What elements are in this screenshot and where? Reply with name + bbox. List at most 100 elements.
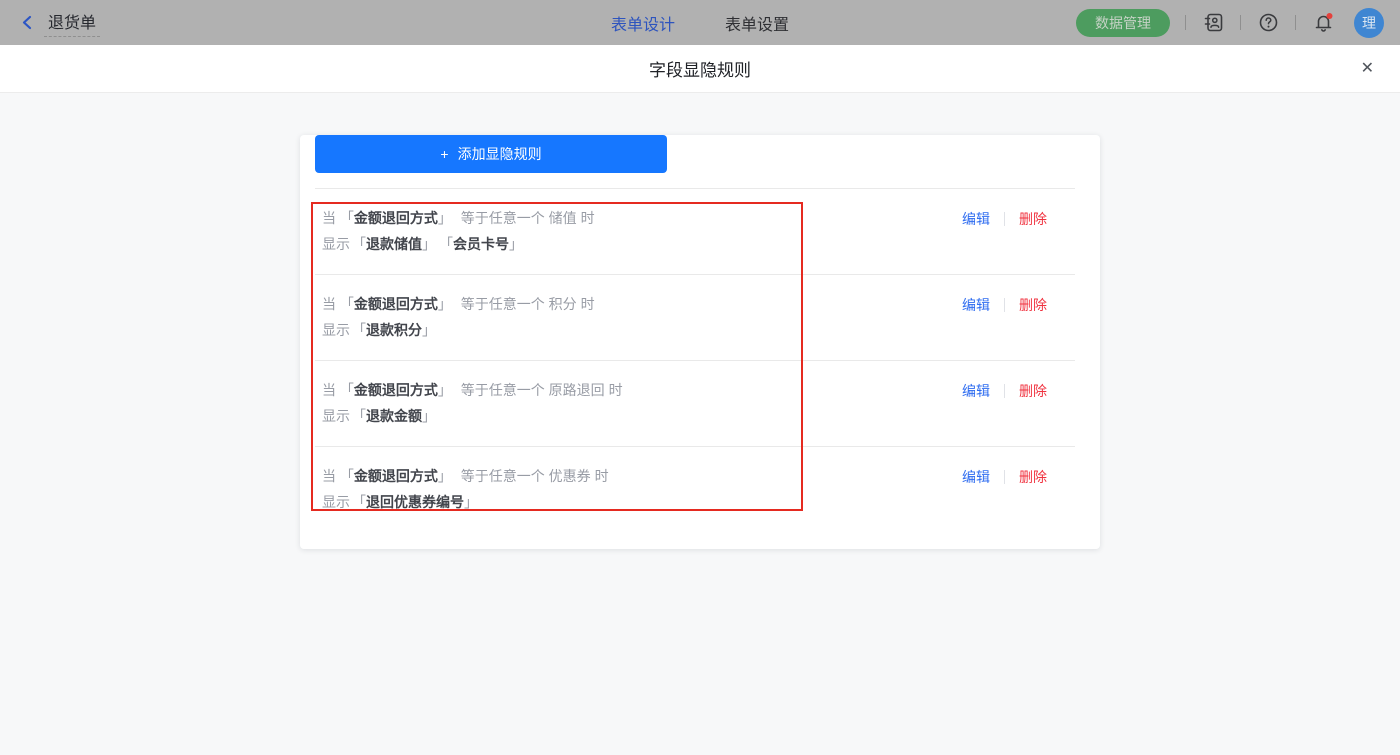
rule-text: 当 「金额退回方式」 等于任意一个 原路退回 时 显示 「退款金额」 [322, 380, 623, 427]
action-label: 显示 [322, 408, 350, 424]
condition-value: 积分 [548, 296, 577, 312]
header-divider [1240, 15, 1241, 30]
form-title[interactable]: 退货单 [44, 9, 101, 37]
condition-prefix: 当 [322, 210, 336, 226]
condition-field-name: 金额退回方式 [353, 296, 438, 312]
condition-value: 储值 [548, 210, 577, 226]
rule-row: 当 「金额退回方式」 等于任意一个 优惠券 时 显示 「退回优惠券编号」 编辑 删… [300, 447, 1100, 532]
rule-action-line: 显示 「退款积分」 [322, 320, 595, 341]
condition-operator: 等于任意一个 [460, 210, 545, 226]
bracket-close: 」 [422, 408, 436, 424]
notification-bell-icon[interactable] [1311, 11, 1335, 35]
modal-titlebar: 字段显隐规则 ✕ [0, 45, 1400, 93]
bracket-close: 」 [437, 296, 452, 312]
rule-row: 当 「金额退回方式」 等于任意一个 储值 时 显示 「退款储值」 「会员卡号」 编辑… [300, 189, 1100, 274]
condition-field-name: 金额退回方式 [353, 468, 438, 484]
condition-suffix: 时 [580, 296, 595, 312]
delete-link[interactable]: 删除 [1019, 381, 1047, 401]
target-field: 「退款积分」 [352, 322, 436, 338]
tab-form-design[interactable]: 表单设计 [611, 11, 675, 35]
bracket-close: 」 [509, 236, 523, 252]
rule-text: 当 「金额退回方式」 等于任意一个 积分 时 显示 「退款积分」 [322, 294, 595, 341]
action-label: 显示 [322, 494, 350, 510]
actions-divider [1004, 212, 1005, 226]
rule-action-line: 显示 「退款储值」 「会员卡号」 [322, 234, 595, 255]
condition-value: 优惠券 [548, 468, 591, 484]
header-divider [1185, 15, 1186, 30]
edit-link[interactable]: 编辑 [962, 209, 990, 229]
delete-link[interactable]: 删除 [1019, 209, 1047, 229]
bracket-open: 「 [352, 322, 366, 338]
condition-field-name: 金额退回方式 [353, 382, 438, 398]
target-field-name: 退款储值 [366, 236, 422, 252]
header-left: 退货单 [20, 9, 101, 37]
actions-divider [1004, 384, 1005, 398]
edit-link[interactable]: 编辑 [962, 467, 990, 487]
condition-suffix: 时 [580, 210, 595, 226]
edit-link[interactable]: 编辑 [962, 295, 990, 315]
modal-body: + 添加显隐规则 当 「金额退回方式」 等于任意一个 储值 时 显示 「退款储值」… [0, 93, 1400, 755]
rule-condition-line: 当 「金额退回方式」 等于任意一个 优惠券 时 [322, 466, 609, 487]
app-header: 退货单 表单设计 表单设置 数据管理 理 [0, 0, 1400, 45]
bracket-close: 」 [437, 210, 452, 226]
condition-prefix: 当 [322, 468, 336, 484]
target-field: 「退回优惠券编号」 [352, 494, 478, 510]
plus-icon: + [440, 146, 449, 162]
data-manage-button[interactable]: 数据管理 [1076, 8, 1170, 37]
delete-link[interactable]: 删除 [1019, 467, 1047, 487]
rule-condition-line: 当 「金额退回方式」 等于任意一个 储值 时 [322, 208, 595, 229]
rule-text: 当 「金额退回方式」 等于任意一个 优惠券 时 显示 「退回优惠券编号」 [322, 466, 609, 513]
unread-dot [1326, 13, 1332, 19]
condition-operator: 等于任意一个 [460, 468, 545, 484]
condition-prefix: 当 [322, 382, 336, 398]
rule-action-line: 显示 「退回优惠券编号」 [322, 492, 609, 513]
add-rule-label: 添加显隐规则 [457, 146, 542, 162]
action-label: 显示 [322, 322, 350, 338]
rules-card: + 添加显隐规则 当 「金额退回方式」 等于任意一个 储值 时 显示 「退款储值」… [300, 135, 1100, 549]
target-field: 「退款储值」 [352, 236, 436, 252]
condition-operator: 等于任意一个 [460, 296, 545, 312]
action-label: 显示 [322, 236, 350, 252]
target-field-name: 会员卡号 [453, 236, 509, 252]
actions-divider [1004, 298, 1005, 312]
bracket-open: 「 [339, 382, 354, 398]
close-icon[interactable]: ✕ [1361, 60, 1374, 77]
contacts-icon[interactable] [1201, 11, 1225, 35]
avatar[interactable]: 理 [1354, 7, 1384, 38]
rule-row: 当 「金额退回方式」 等于任意一个 原路退回 时 显示 「退款金额」 编辑 删除 [300, 361, 1100, 446]
bracket-open: 「 [352, 494, 366, 510]
back-button[interactable] [20, 14, 34, 31]
bracket-open: 「 [339, 296, 354, 312]
help-icon[interactable] [1256, 11, 1280, 35]
bracket-close: 」 [464, 494, 478, 510]
bracket-open: 「 [352, 236, 366, 252]
tab-form-settings[interactable]: 表单设置 [725, 11, 789, 35]
edit-link[interactable]: 编辑 [962, 381, 990, 401]
target-field: 「会员卡号」 [446, 236, 523, 252]
target-field: 「退款金额」 [352, 408, 436, 424]
bracket-close: 」 [437, 468, 452, 484]
bracket-close: 」 [422, 236, 436, 252]
rule-row: 当 「金额退回方式」 等于任意一个 积分 时 显示 「退款积分」 编辑 删除 [300, 275, 1100, 360]
modal-title: 字段显隐规则 [649, 61, 751, 80]
target-field-name: 退回优惠券编号 [366, 494, 464, 510]
bracket-open: 「 [339, 210, 354, 226]
bracket-close: 」 [437, 382, 452, 398]
condition-field-name: 金额退回方式 [353, 210, 438, 226]
delete-link[interactable]: 删除 [1019, 295, 1047, 315]
actions-divider [1004, 470, 1005, 484]
rule-text: 当 「金额退回方式」 等于任意一个 储值 时 显示 「退款储值」 「会员卡号」 [322, 208, 595, 255]
condition-prefix: 当 [322, 296, 336, 312]
rule-actions: 编辑 删除 [962, 380, 1047, 401]
bracket-open: 「 [446, 236, 453, 252]
add-rule-button[interactable]: + 添加显隐规则 [315, 135, 667, 173]
header-divider [1295, 15, 1296, 30]
condition-suffix: 时 [594, 468, 609, 484]
condition-value: 原路退回 [548, 382, 605, 398]
condition-operator: 等于任意一个 [460, 382, 545, 398]
condition-suffix: 时 [608, 382, 623, 398]
back-chevron-icon [22, 15, 32, 30]
rule-action-line: 显示 「退款金额」 [322, 406, 623, 427]
rules-list: 当 「金额退回方式」 等于任意一个 储值 时 显示 「退款储值」 「会员卡号」 编辑… [300, 189, 1100, 532]
rule-condition-line: 当 「金额退回方式」 等于任意一个 原路退回 时 [322, 380, 623, 401]
